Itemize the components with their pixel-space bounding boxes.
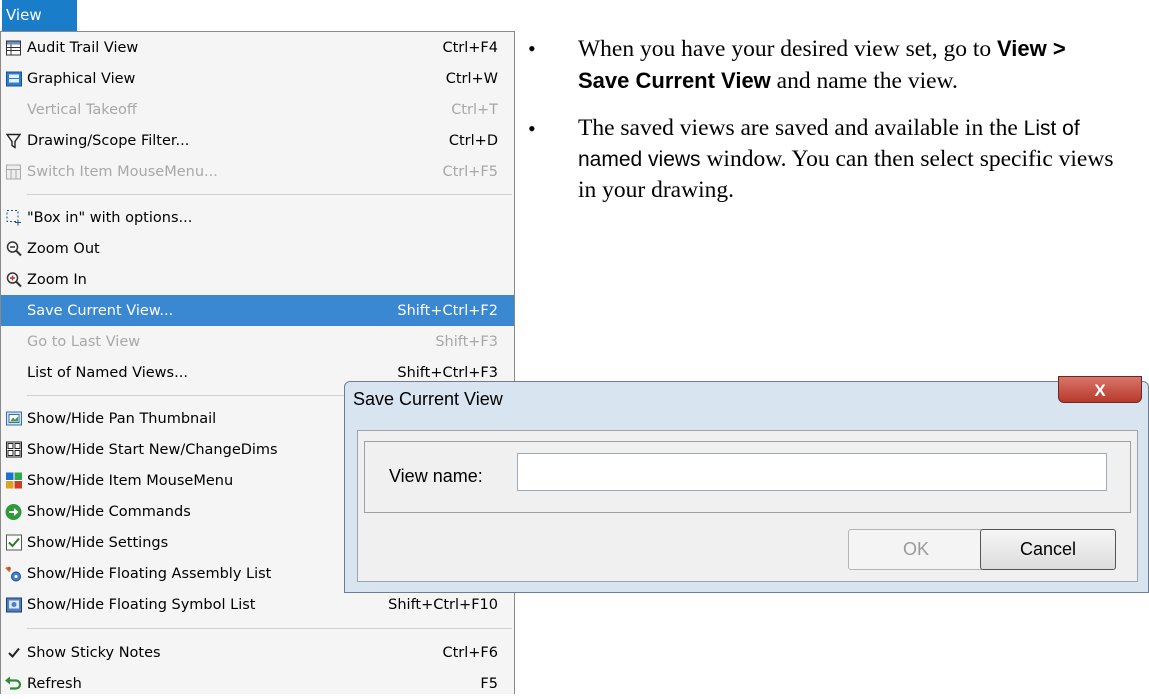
menu-item-shortcut: Shift+Ctrl+F3 [397,364,498,381]
menu-item-shortcut: Shift+Ctrl+F10 [388,596,498,613]
menu-item-switch-item-mousemenu[interactable]: Switch Item MouseMenu... Ctrl+F5 [1,156,514,187]
zoom-in-icon [5,271,22,288]
color-grid-icon [5,472,22,489]
menu-separator [27,194,512,195]
menu-item-zoom-in[interactable]: Zoom In [1,264,514,295]
menu-item-label: Switch Item MouseMenu... [27,163,218,180]
checkbox-checked-icon [5,534,22,551]
menu-item-label: Show/Hide Floating Assembly List [27,565,272,582]
menu-item-shortcut: Ctrl+W [445,70,498,87]
view-name-input[interactable] [517,453,1107,491]
cancel-button[interactable]: Cancel [980,529,1116,570]
menu-item-shortcut: Shift+Ctrl+F2 [397,302,498,319]
mousemenu-icon [5,163,22,180]
view-name-group: View name: [364,441,1131,513]
menu-item-label: Zoom In [27,271,87,288]
checkmark-icon [5,644,22,661]
menu-item-label: Vertical Takeoff [27,101,137,118]
menu-item-label: Show/Hide Settings [27,534,169,551]
menu-item-shortcut: Ctrl+F4 [442,39,498,56]
menu-item-label: Go to Last View [27,333,141,350]
menu-item-label: Refresh [27,675,82,692]
pan-thumbnail-icon [5,410,22,427]
filter-icon [5,132,22,149]
save-current-view-dialog: Save Current View X View name: OK Cancel [344,376,1149,593]
menu-item-box-in[interactable]: "Box in" with options... [1,202,514,233]
menu-item-vertical-takeoff[interactable]: Vertical Takeoff Ctrl+T [1,94,514,125]
menu-item-label: "Box in" with options... [27,209,193,226]
menu-item-shortcut: Ctrl+T [451,101,498,118]
ok-button[interactable]: OK [848,529,984,570]
menu-item-label: Save Current View... [27,302,174,319]
menu-item-graphical-view[interactable]: Graphical View Ctrl+W [1,63,514,94]
menu-item-save-current-view[interactable]: Save Current View... Shift+Ctrl+F2 [1,295,514,326]
view-menu-title[interactable]: View [2,0,77,31]
menu-item-shortcut: Ctrl+D [448,132,498,149]
grid-icon [5,441,22,458]
menu-item-floating-symbol-list[interactable]: Show/Hide Floating Symbol List Shift+Ctr… [1,589,514,620]
refresh-icon [5,675,22,692]
bullet-save-view: • When you have your desired view set, g… [528,33,1118,97]
menu-item-refresh[interactable]: Refresh F5 [1,668,514,699]
bullet-named-views: • The saved views are saved and availabl… [528,113,1118,206]
menu-item-label: Show/Hide Floating Symbol List [27,596,256,613]
menu-item-label: Graphical View [27,70,136,87]
bullet-dot: • [528,36,536,61]
dialog-title: Save Current View [353,389,503,409]
menu-item-go-to-last-view[interactable]: Go to Last View Shift+F3 [1,326,514,357]
menu-item-label: Show/Hide Start New/ChangeDims [27,441,278,458]
zoom-out-icon [5,240,22,257]
view-name-label: View name: [389,466,483,486]
menu-separator [27,628,512,629]
menu-item-label: Show/Hide Item MouseMenu [27,472,234,489]
menu-item-zoom-out[interactable]: Zoom Out [1,233,514,264]
graphical-view-icon [5,70,22,87]
gear-icon [5,565,22,582]
menu-item-show-sticky-notes[interactable]: Show Sticky Notes Ctrl+F6 [1,637,514,668]
bullet-text: When you have your desired view set, go … [578,36,997,62]
menu-item-shortcut: Shift+F3 [435,333,498,350]
menu-item-shortcut: Ctrl+F6 [442,644,498,661]
menu-item-shortcut: F5 [480,675,498,692]
symbol-list-icon [5,596,22,613]
box-in-icon [5,209,22,226]
bullet-dot: • [528,116,536,141]
menu-item-label: Show/Hide Commands [27,503,191,520]
menu-item-shortcut: Ctrl+F5 [442,163,498,180]
instructions: • When you have your desired view set, g… [528,33,1118,222]
menu-item-label: Zoom Out [27,240,100,257]
menu-item-label: Show/Hide Pan Thumbnail [27,410,217,427]
bullet-text: The saved views are saved and available … [578,115,1024,141]
table-icon [5,39,22,56]
menu-item-drawing-scope-filter[interactable]: Drawing/Scope Filter... Ctrl+D [1,125,514,156]
dialog-body: View name: OK Cancel [357,430,1138,582]
menu-item-label: Drawing/Scope Filter... [27,132,190,149]
menu-item-label: Show Sticky Notes [27,644,161,661]
menu-item-label: List of Named Views... [27,364,188,381]
menu-item-label: Audit Trail View [27,39,139,56]
close-button[interactable]: X [1058,376,1142,403]
menu-item-audit-trail-view[interactable]: Audit Trail View Ctrl+F4 [1,32,514,63]
bullet-text: and name the view. [770,68,958,94]
commands-arrow-icon [5,503,22,520]
view-menu: Audit Trail View Ctrl+F4 Graphical View … [0,31,515,694]
